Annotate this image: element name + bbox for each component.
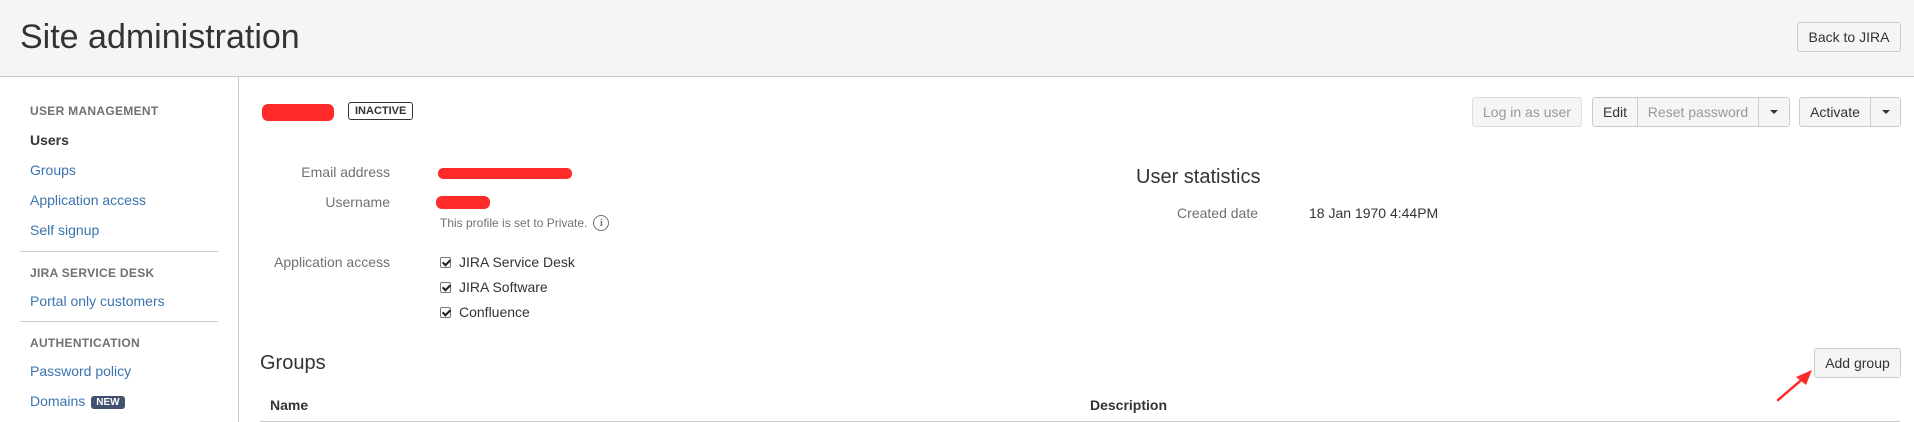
sidebar-item-application-access[interactable]: Application access bbox=[30, 192, 146, 208]
activate-dropdown[interactable] bbox=[1870, 97, 1901, 127]
status-lozenge: INACTIVE bbox=[348, 102, 414, 120]
checkbox-checked[interactable] bbox=[440, 306, 451, 318]
created-date-value: 18 Jan 1970 4:44PM bbox=[1309, 205, 1439, 221]
sidebar-divider bbox=[20, 321, 218, 322]
sidebar-item-groups[interactable]: Groups bbox=[30, 162, 76, 178]
info-icon[interactable]: i bbox=[593, 215, 610, 231]
sidebar-heading-user-management: USER MANAGEMENT bbox=[30, 104, 159, 118]
back-to-jira-button[interactable]: Back to JIRA bbox=[1797, 22, 1901, 52]
sidebar-item-users[interactable]: Users bbox=[30, 132, 69, 148]
column-header-description[interactable]: Description bbox=[1090, 397, 1167, 413]
sidebar-divider bbox=[20, 251, 218, 252]
edit-button[interactable]: Edit bbox=[1592, 97, 1638, 127]
new-badge: NEW bbox=[91, 395, 125, 409]
username-label: Username bbox=[325, 194, 390, 210]
redacted-username bbox=[436, 196, 490, 209]
user-statistics-heading: User statistics bbox=[1136, 166, 1261, 188]
sidebar-item-portal-only-customers[interactable]: Portal only customers bbox=[30, 293, 165, 309]
sidebar-item-domains-label: Domains bbox=[30, 393, 86, 409]
email-label: Email address bbox=[301, 164, 390, 180]
privacy-note: This profile is set to Private. i bbox=[440, 215, 610, 231]
checkbox-checked[interactable] bbox=[440, 256, 451, 268]
groups-heading: Groups bbox=[260, 352, 326, 374]
app-access-item: JIRA Service Desk bbox=[440, 254, 575, 270]
app-name: Confluence bbox=[459, 304, 530, 320]
top-bar: Site administration Back to JIRA bbox=[0, 0, 1914, 77]
admin-sidebar: USER MANAGEMENT Users Groups Application… bbox=[0, 77, 239, 422]
chevron-down-icon bbox=[1770, 110, 1778, 114]
app-access-item: Confluence bbox=[440, 304, 530, 320]
sidebar-heading-authentication: AUTHENTICATION bbox=[30, 336, 140, 350]
column-header-name[interactable]: Name bbox=[270, 397, 308, 413]
privacy-note-text: This profile is set to Private. bbox=[440, 216, 588, 230]
chevron-down-icon bbox=[1881, 110, 1890, 114]
redacted-user-name bbox=[262, 104, 334, 121]
app-name: JIRA Service Desk bbox=[459, 254, 575, 270]
application-access-label: Application access bbox=[274, 254, 390, 270]
annotation-arrow bbox=[1776, 370, 1812, 402]
checkbox-checked[interactable] bbox=[440, 281, 451, 293]
sidebar-heading-service-desk: JIRA SERVICE DESK bbox=[30, 266, 155, 280]
app-access-item: JIRA Software bbox=[440, 279, 548, 295]
created-date-label: Created date bbox=[1177, 205, 1258, 221]
sidebar-item-password-policy[interactable]: Password policy bbox=[30, 363, 131, 379]
more-actions-dropdown[interactable] bbox=[1758, 97, 1790, 127]
sidebar-item-self-signup[interactable]: Self signup bbox=[30, 222, 99, 238]
page-title: Site administration bbox=[20, 18, 300, 56]
sidebar-item-domains[interactable]: Domains NEW bbox=[30, 393, 125, 409]
redacted-email bbox=[438, 168, 572, 179]
activate-button[interactable]: Activate bbox=[1799, 97, 1871, 127]
reset-password-button[interactable]: Reset password bbox=[1637, 97, 1759, 127]
log-in-as-user-button[interactable]: Log in as user bbox=[1472, 97, 1582, 127]
app-name: JIRA Software bbox=[459, 279, 548, 295]
add-group-button[interactable]: Add group bbox=[1814, 348, 1901, 378]
